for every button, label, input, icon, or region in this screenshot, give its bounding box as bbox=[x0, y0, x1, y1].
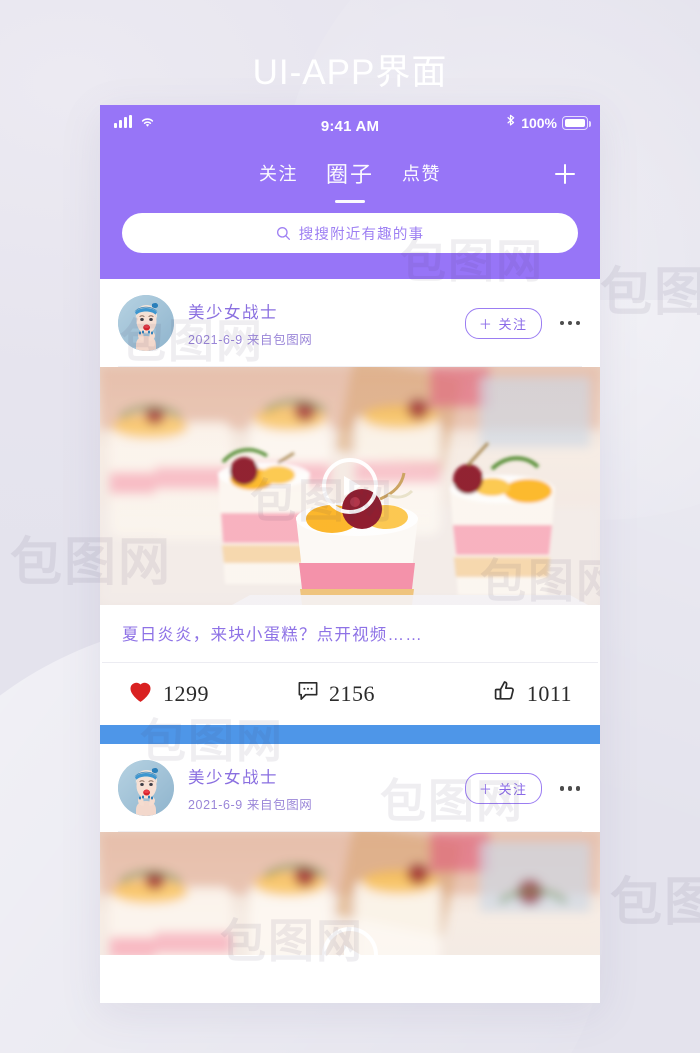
search-placeholder: 搜搜附近有趣的事 bbox=[298, 226, 425, 243]
avatar[interactable] bbox=[118, 295, 174, 351]
post-header: 美少女战士 2021-6-9 来自包图网 ＋ 关注 bbox=[100, 744, 600, 833]
comment-button[interactable]: 2156 bbox=[261, 681, 412, 707]
bluetooth-icon bbox=[506, 114, 516, 132]
post-divider bbox=[100, 725, 600, 745]
battery-full-icon bbox=[562, 116, 592, 130]
thumbs-up-button[interactable]: 1011 bbox=[411, 679, 572, 709]
more-horizontal-icon[interactable] bbox=[558, 780, 583, 797]
author-name[interactable]: 美少女战士 bbox=[188, 299, 465, 323]
phone-mockup: 9:41 AM 100% 关注 圈子 点赞 搜搜附近有趣的事 美少女战士 202… bbox=[100, 105, 600, 1003]
author-name[interactable]: 美少女战士 bbox=[188, 764, 465, 788]
tab-follow[interactable]: 关注 bbox=[259, 160, 298, 188]
video-thumbnail[interactable] bbox=[100, 832, 600, 956]
tab-bar: 关注 圈子 点赞 bbox=[100, 147, 600, 201]
status-bar: 9:41 AM 100% bbox=[100, 105, 600, 147]
thumbs-up-count: 1011 bbox=[526, 681, 572, 707]
more-horizontal-icon[interactable] bbox=[558, 315, 583, 332]
follow-button[interactable]: ＋ 关注 bbox=[464, 772, 542, 804]
follow-button[interactable]: ＋ 关注 bbox=[464, 307, 542, 339]
post-header: 美少女战士 2021-6-9 来自包图网 ＋ 关注 bbox=[100, 279, 600, 367]
tab-likes[interactable]: 点赞 bbox=[402, 160, 441, 188]
post-feed: 美少女战士 2021-6-9 来自包图网 ＋ 关注 夏日炎炎，来块小蛋糕？点开视… bbox=[100, 279, 600, 956]
post-card: 美少女战士 2021-6-9 来自包图网 ＋ 关注 bbox=[100, 744, 600, 956]
search-input[interactable]: 搜搜附近有趣的事 bbox=[122, 213, 578, 253]
post-card: 美少女战士 2021-6-9 来自包图网 ＋ 关注 bbox=[100, 279, 600, 725]
avatar[interactable] bbox=[118, 760, 174, 817]
like-count: 1299 bbox=[163, 681, 209, 707]
post-timestamp: 2021-6-9 来自包图网 bbox=[188, 332, 313, 347]
comment-count: 2156 bbox=[328, 681, 375, 707]
battery-percent-label: 100% bbox=[521, 115, 557, 131]
post-timestamp: 2021-6-9 来自包图网 bbox=[188, 797, 313, 812]
post-author-meta: 美少女战士 2021-6-9 来自包图网 bbox=[188, 764, 465, 813]
plus-icon[interactable] bbox=[552, 161, 578, 187]
heart-icon bbox=[128, 680, 153, 709]
tab-circle[interactable]: 圈子 bbox=[326, 157, 374, 191]
play-icon[interactable] bbox=[322, 458, 378, 514]
comment-icon bbox=[297, 681, 319, 707]
post-author-meta: 美少女战士 2021-6-9 来自包图网 bbox=[188, 299, 465, 348]
page-title: UI-APP界面 bbox=[252, 53, 448, 92]
status-bar-right: 100% bbox=[506, 114, 592, 132]
post-caption: 夏日炎炎，来块小蛋糕？点开视频…… bbox=[102, 605, 598, 664]
thumbs-up-icon bbox=[493, 679, 517, 709]
app-header: 关注 圈子 点赞 搜搜附近有趣的事 bbox=[100, 147, 600, 279]
like-button[interactable]: 1299 bbox=[128, 680, 275, 709]
post-actions: 1299 2156 1011 bbox=[100, 663, 600, 725]
video-thumbnail[interactable] bbox=[100, 367, 600, 605]
search-icon bbox=[276, 226, 291, 241]
